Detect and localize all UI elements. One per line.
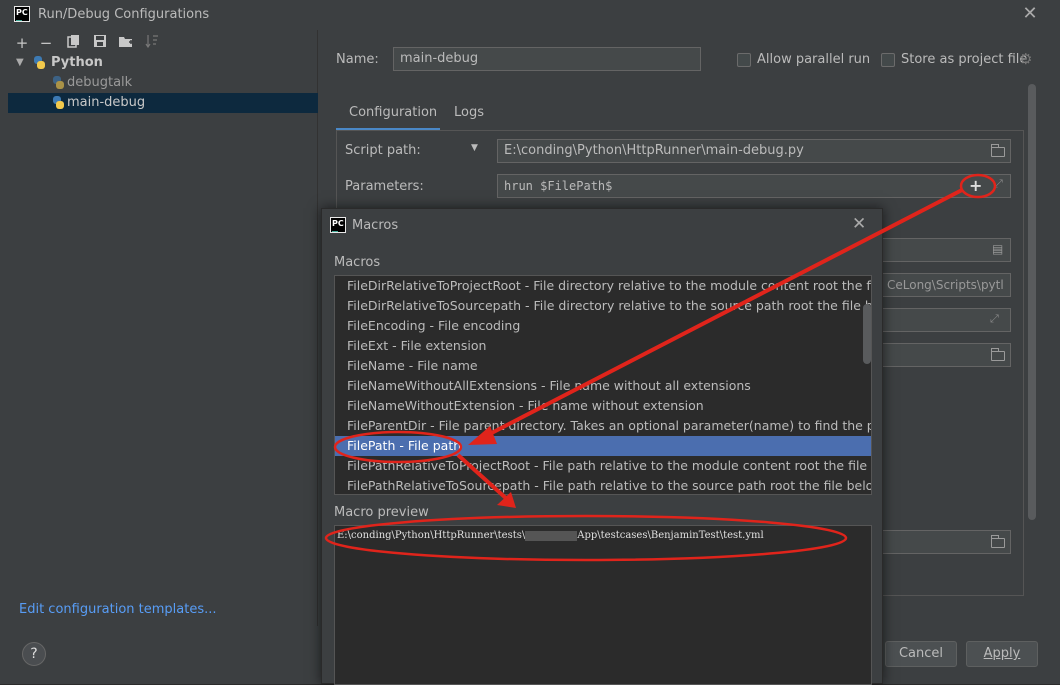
annotation-ellipse-preview [324, 514, 848, 562]
red-annotations [324, 173, 997, 562]
annotation-ellipse-filepath [333, 430, 463, 464]
annotation-arrow-1 [477, 188, 963, 442]
run-debug-configurations-window: PC Run/Debug Configurations ✕ + − ▼ Pyth… [0, 0, 1060, 685]
annotation-arrow-2 [456, 453, 510, 502]
annotation-ellipse-plus [959, 173, 997, 199]
annotation-arrowhead-1 [468, 426, 497, 445]
